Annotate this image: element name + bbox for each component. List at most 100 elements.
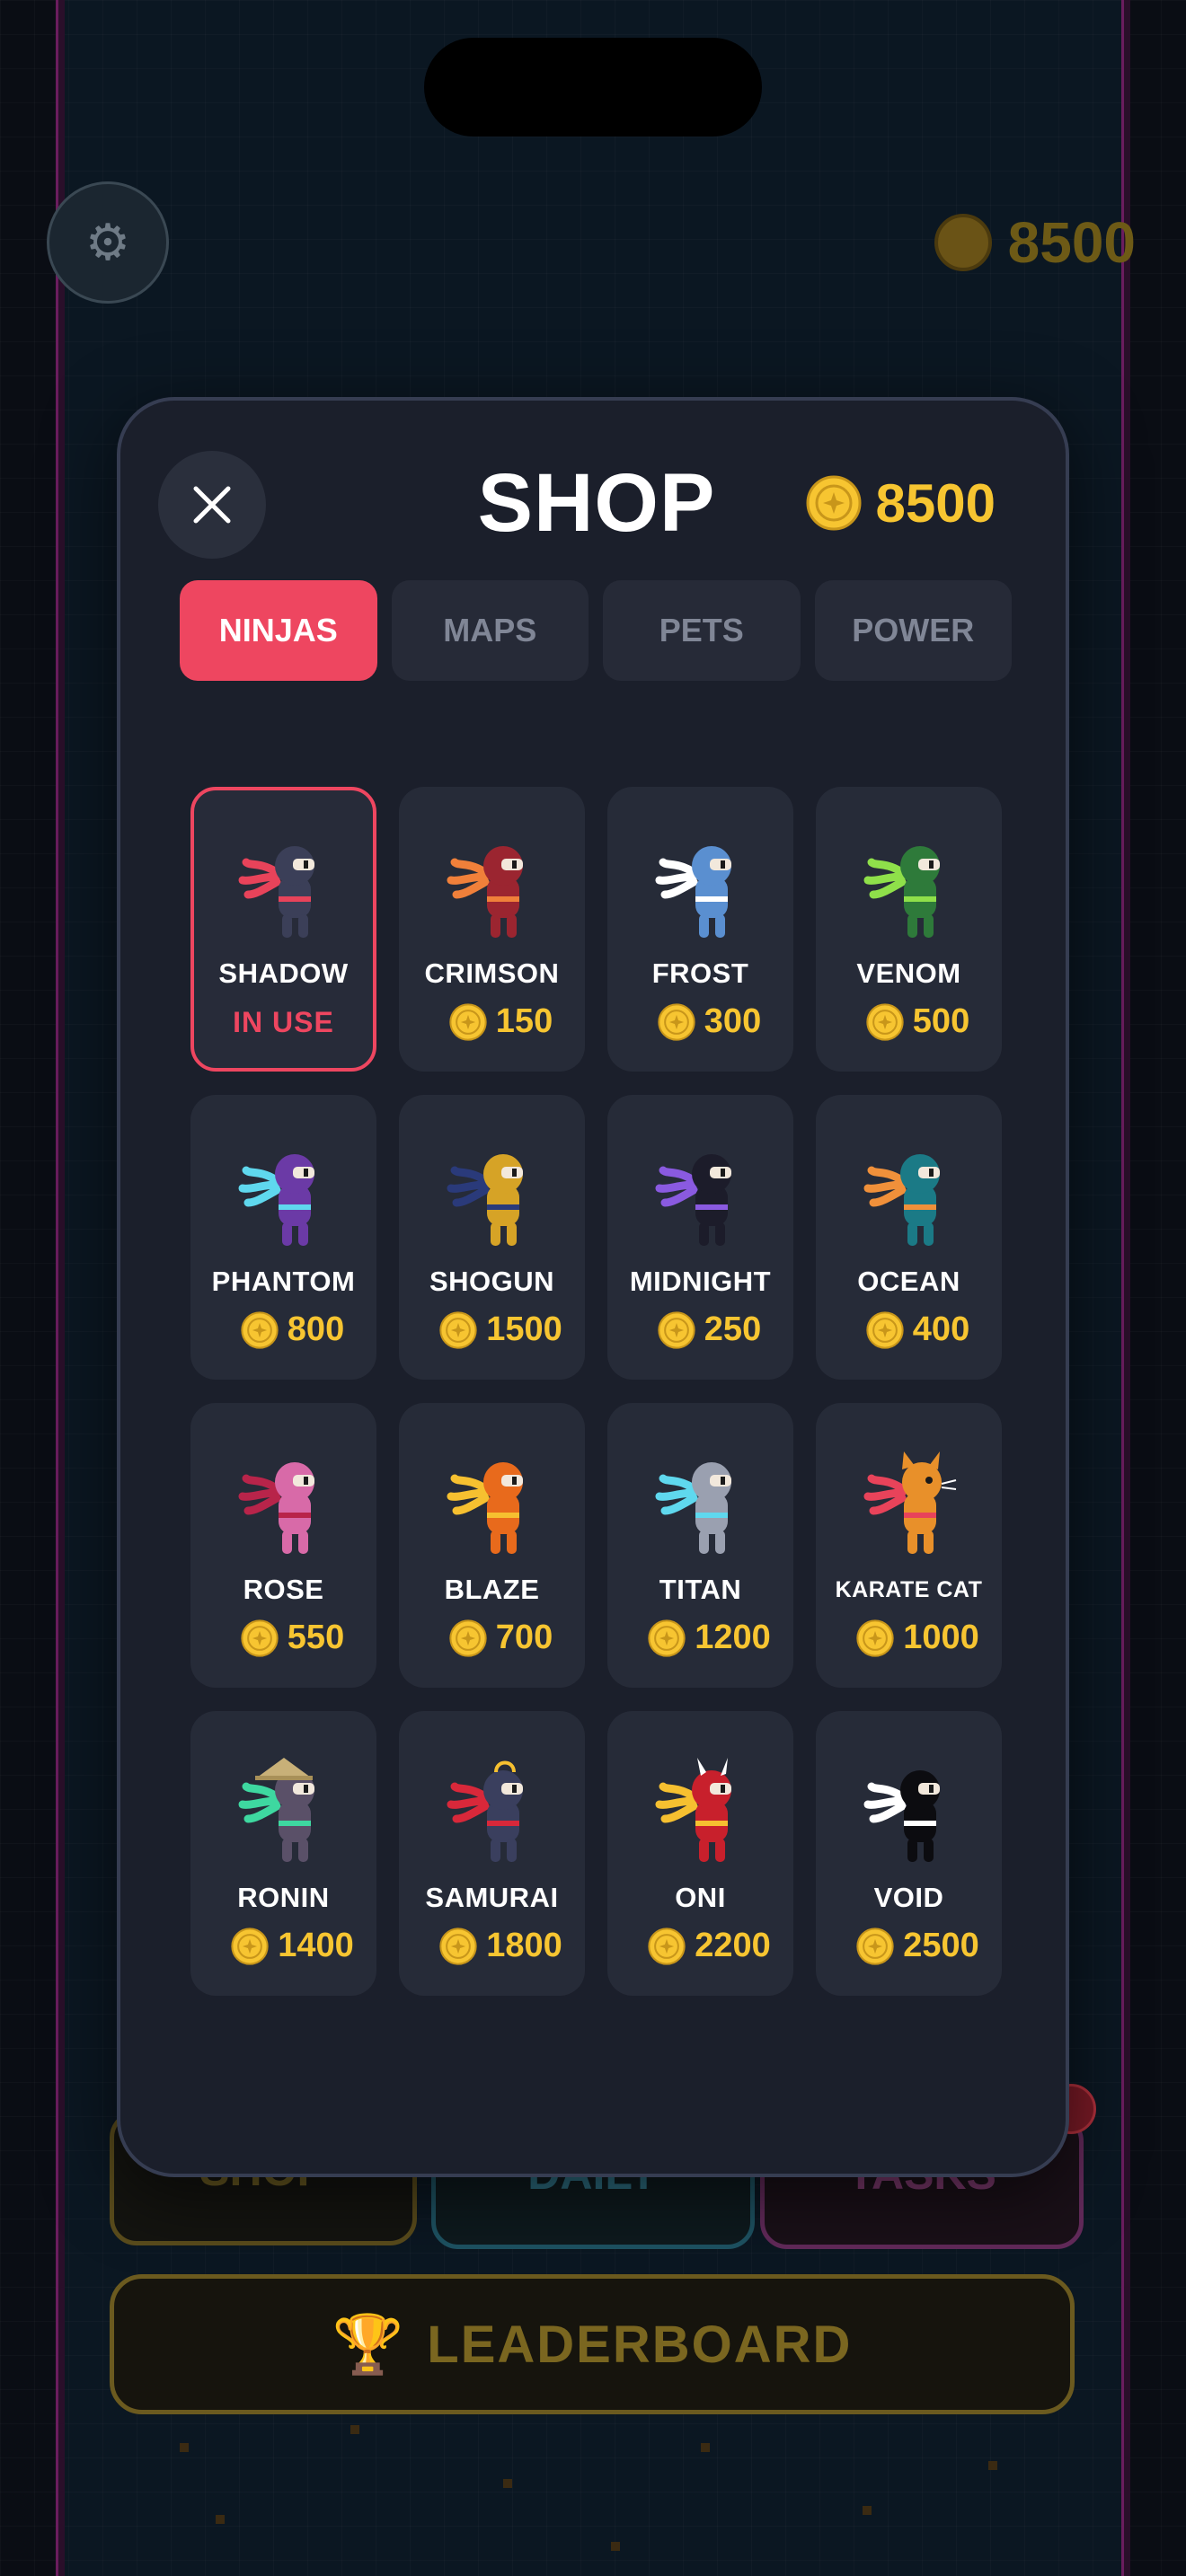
character-card-blaze[interactable]: BLAZE 700: [399, 1403, 585, 1688]
character-card-crimson[interactable]: CRIMSON 150: [399, 787, 585, 1072]
trophy-icon: 🏆: [332, 2311, 406, 2377]
character-card-samurai[interactable]: SAMURAI 1800: [399, 1711, 585, 1996]
coin-icon: [866, 1310, 904, 1349]
character-name: TITAN: [659, 1574, 742, 1605]
price-value: 2200: [695, 1927, 771, 1964]
tab-power[interactable]: POWER: [814, 580, 1012, 681]
coin-icon: [439, 1927, 477, 1965]
character-card-ronin[interactable]: RONIN 1400: [190, 1711, 376, 1996]
character-sprite: [647, 1751, 755, 1867]
particle: [180, 2443, 189, 2452]
character-name: SAMURAI: [425, 1882, 559, 1913]
character-name: OCEAN: [857, 1266, 960, 1297]
device-notch: [424, 38, 762, 137]
price-value: 700: [495, 1619, 553, 1656]
price-tag: 700: [403, 1619, 581, 1657]
character-sprite: [855, 1751, 963, 1867]
character-name: PHANTOM: [211, 1266, 356, 1297]
character-card-ocean[interactable]: OCEAN 400: [816, 1095, 1002, 1380]
coin-icon: [856, 1619, 894, 1657]
character-card-titan[interactable]: TITAN 1200: [607, 1403, 793, 1688]
particle: [863, 2506, 872, 2515]
price-tag: 1400: [194, 1927, 373, 1965]
character-sprite: [855, 826, 963, 943]
coin-icon: [658, 1310, 695, 1349]
left-wall: [56, 0, 65, 2576]
tab-ninjas[interactable]: NINJAS: [180, 580, 377, 681]
particle: [701, 2443, 710, 2452]
price-value: 150: [495, 1002, 553, 1040]
gear-icon: ⚙: [84, 213, 131, 272]
character-sprite: [647, 1134, 755, 1251]
price-tag: 2200: [611, 1927, 790, 1965]
tab-pets[interactable]: PETS: [603, 580, 801, 681]
character-card-void[interactable]: VOID 2500: [816, 1711, 1002, 1996]
particle: [503, 2479, 512, 2488]
coin-icon: [449, 1619, 487, 1657]
leaderboard-button[interactable]: 🏆 LEADERBOARD: [110, 2274, 1075, 2414]
price-tag: 400: [819, 1310, 998, 1349]
coin-icon: [866, 1002, 904, 1041]
character-name: ROSE: [243, 1574, 324, 1605]
background-coin-counter: 8500: [934, 208, 1136, 277]
character-sprite: [230, 1134, 338, 1251]
price-value: 1200: [695, 1619, 771, 1656]
particle: [988, 2461, 997, 2470]
character-card-shogun[interactable]: SHOGUN 1500: [399, 1095, 585, 1380]
price-tag: 800: [194, 1310, 373, 1349]
character-name: BLAZE: [444, 1574, 540, 1605]
character-name: RONIN: [237, 1882, 330, 1913]
character-sprite: [438, 826, 546, 943]
shop-modal: SHOP 8500 NINJAS MAPS PETS POWER SHADOW IN U…: [117, 397, 1069, 2177]
character-sprite: [230, 1751, 338, 1867]
character-card-frost[interactable]: FROST 300: [607, 787, 793, 1072]
price-tag: 1500: [403, 1310, 581, 1349]
coin-icon: [648, 1927, 686, 1965]
coin-icon: [806, 475, 862, 531]
character-name: SHADOW: [218, 957, 349, 989]
character-sprite: [438, 1442, 546, 1559]
character-card-oni[interactable]: ONI 2200: [607, 1711, 793, 1996]
character-card-karate-cat[interactable]: KARATE CAT 1000: [816, 1403, 1002, 1688]
price-tag: 1800: [403, 1927, 581, 1965]
price-tag: 300: [611, 1002, 790, 1041]
price-value: 1400: [278, 1927, 354, 1964]
coin-balance-amount: 8500: [875, 472, 996, 534]
coin-balance: 8500: [806, 471, 996, 535]
in-use-label: IN USE: [233, 1006, 334, 1038]
price-tag: 550: [194, 1619, 373, 1657]
price-tag: 2500: [819, 1927, 998, 1965]
price-value: 800: [287, 1310, 345, 1348]
price-value: 1800: [486, 1927, 562, 1964]
settings-button[interactable]: ⚙: [47, 181, 169, 304]
price-value: 400: [912, 1310, 970, 1348]
price-value: 1500: [486, 1310, 562, 1348]
close-button[interactable]: [158, 451, 266, 559]
character-card-rose[interactable]: ROSE 550: [190, 1403, 376, 1688]
character-name: MIDNIGHT: [629, 1266, 772, 1297]
character-sprite: [438, 1751, 546, 1867]
coin-icon: [856, 1927, 894, 1965]
price-value: 250: [704, 1310, 762, 1348]
character-card-venom[interactable]: VENOM 500: [816, 787, 1002, 1072]
character-sprite: [855, 1442, 963, 1559]
particle: [350, 2425, 359, 2434]
character-card-midnight[interactable]: MIDNIGHT 250: [607, 1095, 793, 1380]
character-name: ONI: [675, 1882, 726, 1913]
character-card-phantom[interactable]: PHANTOM 800: [190, 1095, 376, 1380]
coin-icon: [449, 1002, 487, 1041]
category-tabs: NINJAS MAPS PETS POWER: [180, 580, 1012, 681]
character-sprite: [647, 1442, 755, 1559]
close-icon: [193, 486, 231, 524]
character-card-shadow[interactable]: SHADOW IN USE: [190, 787, 376, 1072]
price-tag: 250: [611, 1310, 790, 1349]
coin-icon: [658, 1002, 695, 1041]
character-name: CRIMSON: [424, 957, 560, 989]
character-sprite: [647, 826, 755, 943]
particle: [216, 2515, 225, 2524]
price-tag: 1000: [819, 1619, 998, 1657]
right-wall: [1121, 0, 1130, 2576]
item-grid: SHADOW IN USE CRIMSON 150 FROST 300 VENOM 500 PH…: [190, 787, 1002, 1996]
tab-maps[interactable]: MAPS: [391, 580, 589, 681]
price-value: 2500: [903, 1927, 979, 1964]
